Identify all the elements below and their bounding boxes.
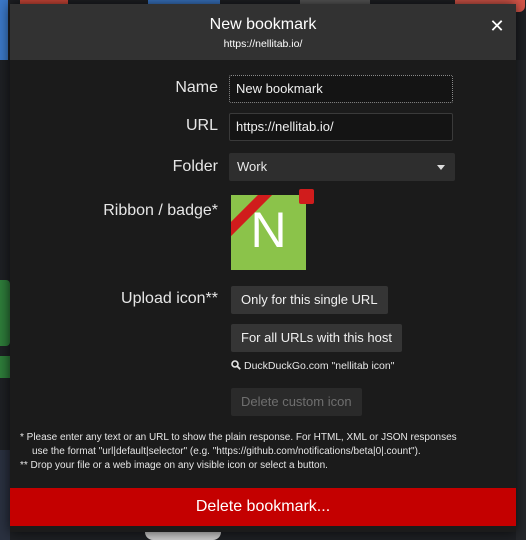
name-label: Name — [175, 79, 218, 96]
delete-bookmark-button[interactable]: Delete bookmark... — [10, 488, 516, 526]
folder-select[interactable]: Work — [229, 153, 455, 181]
footnote-1-cont: use the format "url|default|selector" (e… — [32, 446, 421, 457]
ribbon-label: Ribbon / badge* — [103, 202, 218, 219]
upload-single-url-button[interactable]: Only for this single URL — [231, 286, 388, 314]
close-icon[interactable]: ✕ — [488, 18, 506, 36]
bookmark-dialog: New bookmark https://nellitab.io/ ✕ Name… — [10, 4, 516, 532]
background-tile — [0, 0, 8, 60]
badge-color-icon[interactable] — [299, 189, 314, 204]
background-tile — [0, 450, 10, 540]
delete-custom-icon-button[interactable]: Delete custom icon — [231, 388, 362, 416]
url-input[interactable]: https://nellitab.io/ — [229, 113, 453, 141]
upload-label: Upload icon** — [121, 290, 218, 307]
upload-host-button[interactable]: For all URLs with this host — [231, 324, 402, 352]
url-label: URL — [185, 117, 218, 134]
icon-letter: N — [250, 202, 287, 258]
dialog-header: New bookmark https://nellitab.io/ ✕ — [10, 4, 516, 60]
search-icon — [231, 360, 241, 370]
folder-label: Folder — [172, 158, 218, 175]
name-input[interactable]: New bookmark — [229, 75, 453, 103]
background-tile — [516, 60, 526, 540]
background-tile — [0, 280, 10, 346]
footnote-2: ** Drop your file or a web image on any … — [20, 460, 328, 471]
search-link-text: DuckDuckGo.com "nellitab icon" — [244, 360, 395, 372]
dialog-subtitle: https://nellitab.io/ — [223, 38, 303, 50]
dialog-title: New bookmark — [209, 16, 317, 33]
bookmark-icon-preview[interactable]: N — [231, 195, 306, 270]
icon-search-link[interactable]: DuckDuckGo.com "nellitab icon" — [231, 360, 394, 372]
footnote-1: * Please enter any text or an URL to sho… — [20, 432, 457, 443]
background-tile — [0, 356, 10, 378]
footnotes: * Please enter any text or an URL to sho… — [20, 431, 506, 473]
folder-select-value: Work — [237, 159, 268, 174]
chevron-down-icon — [437, 165, 445, 170]
